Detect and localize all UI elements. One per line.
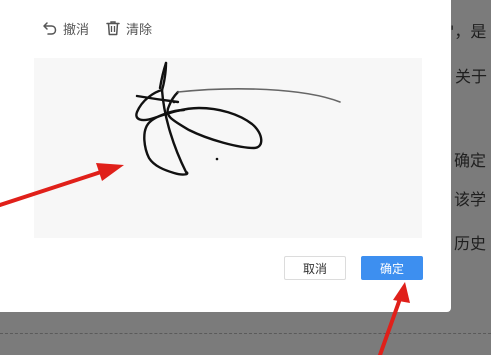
trash-icon [105, 20, 126, 36]
signature-stroke [135, 61, 341, 176]
doc-dashed-divider [0, 333, 491, 334]
undo-icon [42, 20, 63, 36]
confirm-button[interactable]: 确定 [361, 256, 423, 280]
undo-label: 撤消 [63, 22, 90, 38]
doc-text-fragment: "，是 [447, 22, 487, 41]
clear-label: 清除 [126, 22, 153, 38]
doc-text-fragment: 确定 [454, 151, 487, 170]
undo-button[interactable]: 撤消 [42, 19, 89, 38]
signature-canvas[interactable] [34, 58, 422, 238]
clear-button[interactable]: 清除 [105, 19, 152, 38]
doc-text-fragment: 该学 [454, 190, 487, 209]
doc-text-fragment: 关于 [455, 67, 488, 86]
doc-text-fragment: 历史 [454, 234, 487, 253]
cancel-button[interactable]: 取消 [284, 256, 346, 280]
signature-toolbar: 撤消 清除 [42, 17, 168, 39]
signature-dialog: 撤消 清除 取消 确定 [0, 0, 451, 312]
